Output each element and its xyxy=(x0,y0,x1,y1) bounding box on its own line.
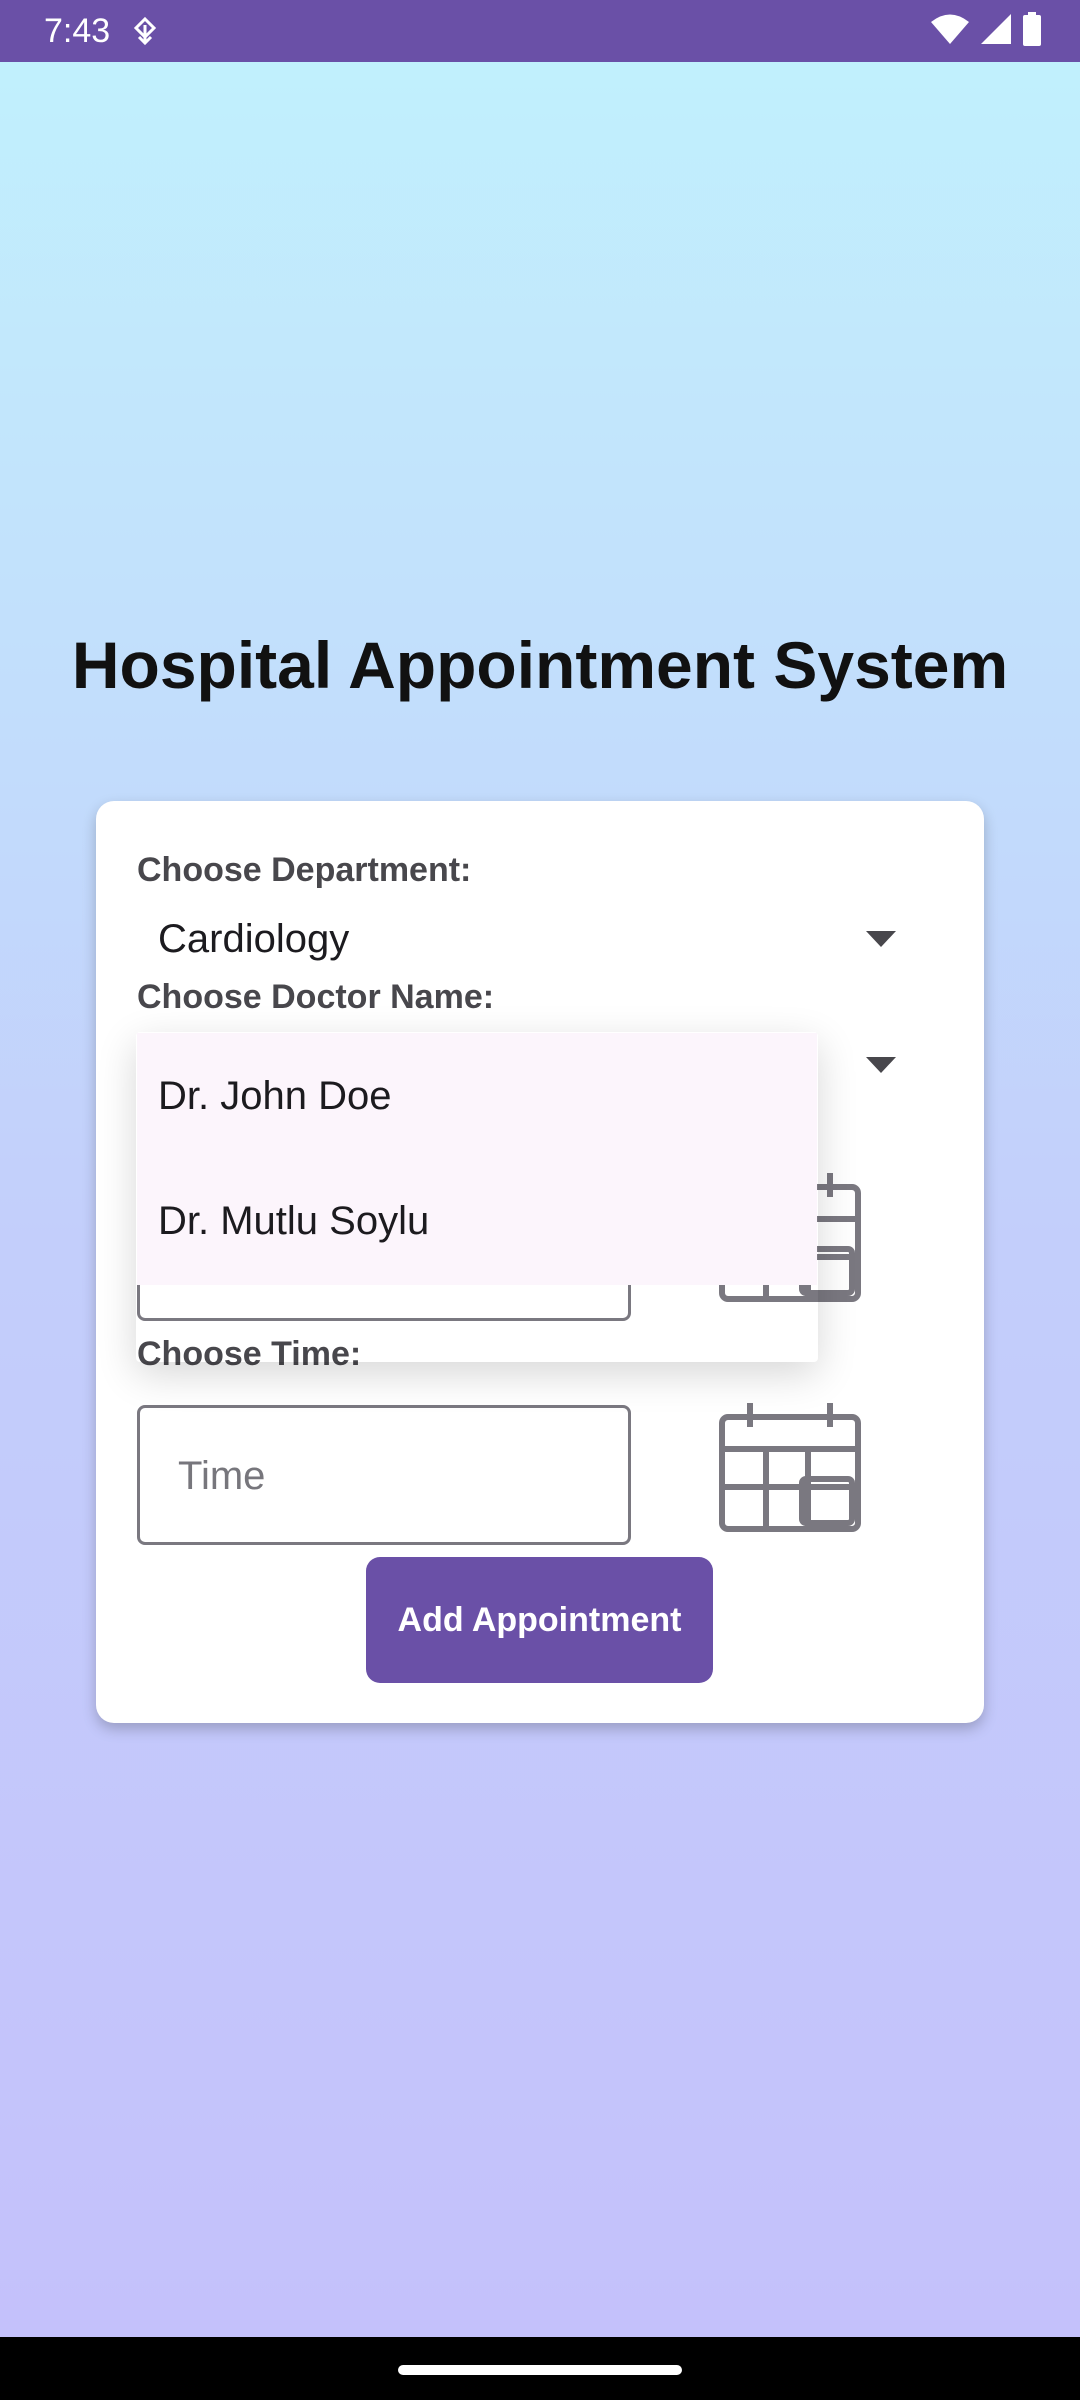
chevron-down-icon xyxy=(866,931,896,947)
chevron-down-icon xyxy=(866,1057,896,1073)
doctor-option-label: Dr. John Doe xyxy=(158,1074,392,1118)
department-value: Cardiology xyxy=(158,917,350,961)
doctor-option-label: Dr. Mutlu Soylu xyxy=(158,1199,430,1243)
status-bar: 7:43 xyxy=(0,0,1080,62)
download-arrow-icon xyxy=(132,16,158,46)
status-icons xyxy=(930,11,1042,51)
page-title: Hospital Appointment System xyxy=(71,628,1009,702)
status-time: 7:43 xyxy=(44,12,111,50)
doctor-label: Choose Doctor Name: xyxy=(137,978,495,1016)
doctor-dropdown-menu: Dr. John Doe Dr. Mutlu Soylu xyxy=(137,1033,817,1285)
wifi-icon xyxy=(930,13,970,50)
add-appointment-button[interactable]: Add Appointment xyxy=(366,1557,713,1683)
doctor-option[interactable]: Dr. John Doe xyxy=(137,1033,817,1159)
department-spinner[interactable]: Cardiology xyxy=(137,901,927,971)
home-gesture-handle[interactable] xyxy=(398,2365,682,2375)
time-placeholder: Time xyxy=(178,1454,266,1498)
calendar-icon[interactable] xyxy=(716,1399,864,1535)
battery-icon xyxy=(1022,11,1042,51)
app-screen: 7:43 Hospital Appointment System Choose … xyxy=(0,0,1080,2400)
department-label: Choose Department: xyxy=(137,851,472,889)
time-field[interactable]: Time xyxy=(137,1405,631,1545)
cellular-signal-icon xyxy=(980,13,1012,50)
doctor-option[interactable]: Dr. Mutlu Soylu xyxy=(137,1159,817,1285)
